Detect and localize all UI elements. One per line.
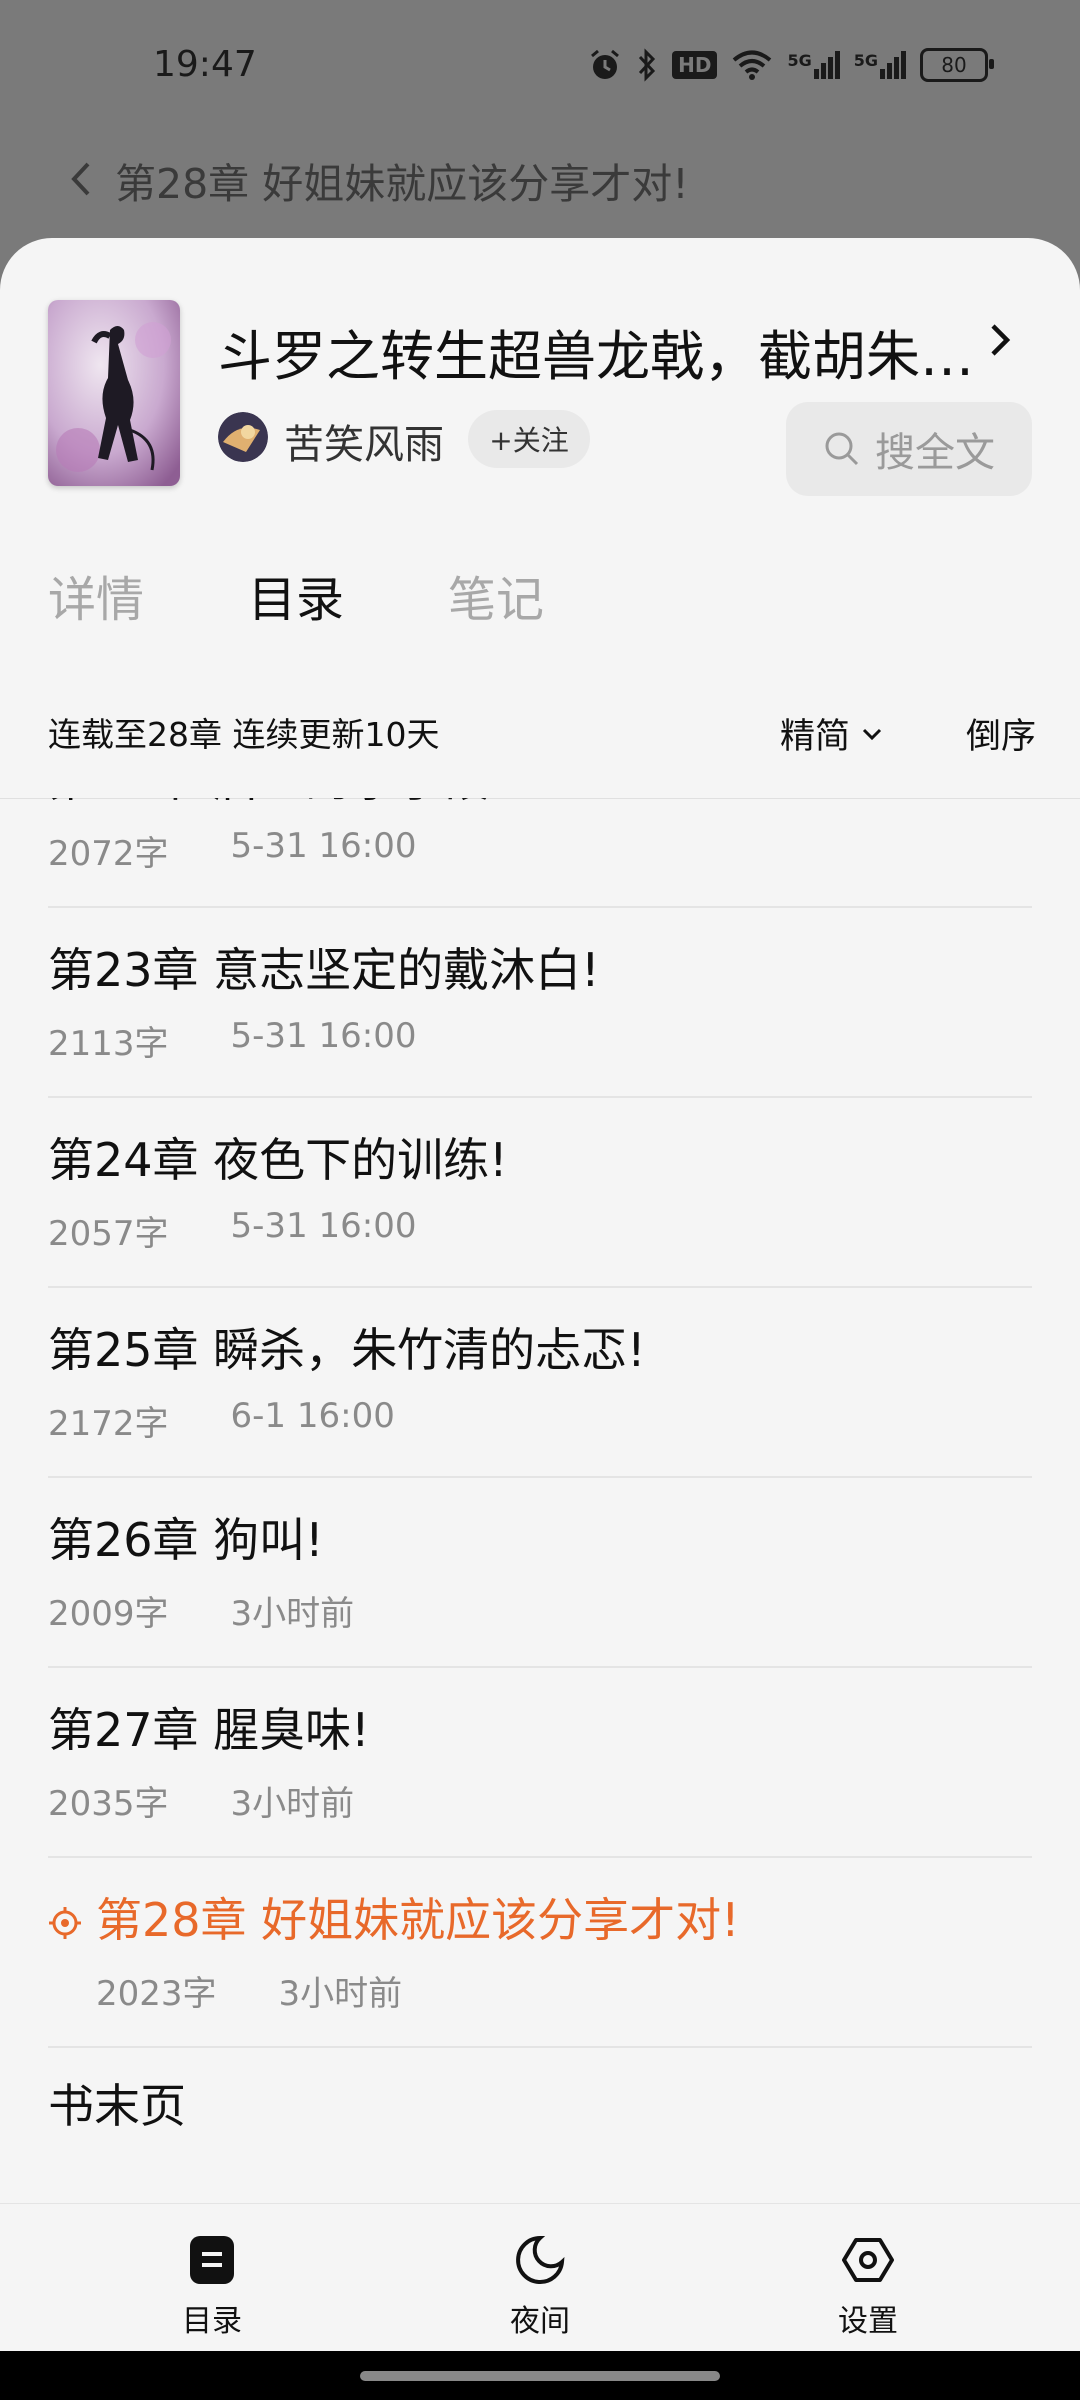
chapter-words: 2035字 xyxy=(48,1784,169,1824)
search-icon xyxy=(825,432,859,466)
version-selector[interactable]: 精简 xyxy=(780,708,884,759)
chapter-words: 2057字 xyxy=(48,1214,169,1254)
status-bar: 19:47 HD 5G 5G 80 xyxy=(0,0,1080,130)
chapter-meta: 2035字 3小时前 xyxy=(48,1776,354,1825)
tab-notes[interactable]: 笔记 xyxy=(448,560,544,630)
chapter-time: 5-31 16:00 xyxy=(230,1016,417,1056)
search-full-text-button[interactable]: 搜全文 xyxy=(786,402,1032,496)
book-title[interactable]: 斗罗之转生超兽龙戟，截胡朱… xyxy=(218,312,978,391)
bottom-nav: 目录 夜间 设置 xyxy=(0,2203,1080,2351)
chapter-item[interactable]: 第27章 腥臭味! 2035字 3小时前 xyxy=(48,1666,1032,1858)
chapter-title: 第23章 意志坚定的戴沐白! xyxy=(48,943,600,997)
chapter-meta: 2172字 6-1 16:00 xyxy=(48,1396,395,1445)
moon-icon xyxy=(516,2235,565,2284)
chapter-meta: 2057字 5-31 16:00 xyxy=(48,1206,417,1255)
wifi-icon xyxy=(733,50,772,80)
current-location-icon xyxy=(49,1907,81,1939)
signal-icon-1: 5G xyxy=(787,51,840,79)
follow-button[interactable]: +关注 xyxy=(468,410,590,468)
chapter-time: 3小时前 xyxy=(278,1974,403,2014)
alarm-icon xyxy=(591,49,620,79)
status-time: 19:47 xyxy=(153,44,257,85)
serial-status: 连载至28章 连续更新10天 xyxy=(48,715,440,754)
sort-button[interactable]: 倒序 xyxy=(966,708,1036,759)
chapter-time: 6-1 16:00 xyxy=(230,1396,395,1436)
book-end-item[interactable]: 书末页 xyxy=(48,2070,186,2136)
settings-icon xyxy=(842,2238,894,2282)
chapter-title: 第22章 唐三的小手段! xyxy=(48,798,508,810)
chapter-title: 第24章 夜色下的训练! xyxy=(48,1133,508,1187)
bluetooth-icon xyxy=(639,48,656,82)
chapter-item[interactable]: 第25章 瞬杀，朱竹清的忐忑! 2172字 6-1 16:00 xyxy=(48,1286,1032,1478)
chapter-time: 5-31 16:00 xyxy=(230,1206,417,1246)
tab-catalog[interactable]: 目录 xyxy=(248,560,344,630)
chapter-item[interactable]: 第24章 夜色下的训练! 2057字 5-31 16:00 xyxy=(48,1096,1032,1288)
status-icons: HD 5G 5G 80 xyxy=(588,48,994,82)
version-label: 精简 xyxy=(780,717,851,757)
author-avatar[interactable] xyxy=(218,412,268,462)
chapter-item[interactable]: 第23章 意志坚定的戴沐白! 2113字 5-31 16:00 xyxy=(48,906,1032,1098)
chapter-title: 第27章 腥臭味! xyxy=(48,1703,370,1757)
battery-icon: 80 xyxy=(920,48,994,82)
chapter-words: 2072字 xyxy=(48,834,169,874)
chapter-time: 3小时前 xyxy=(230,1784,355,1824)
reader-chapter-title: 第28章 好姐妹就应该分享才对! xyxy=(115,160,689,208)
nav-label: 设置 xyxy=(838,2304,898,2339)
chapter-meta: 2113字 5-31 16:00 xyxy=(48,1016,417,1065)
chapter-words: 2009字 xyxy=(48,1594,169,1634)
catalog-info-bar: 连载至28章 连续更新10天 精简 倒序 xyxy=(0,670,1080,799)
chapter-words: 2023字 xyxy=(96,1974,217,2014)
chapter-title: 第26章 狗叫! xyxy=(48,1513,324,1567)
chapter-item-current[interactable]: 第28章 好姐妹就应该分享才对! 2023字 3小时前 xyxy=(48,1856,1032,2048)
gesture-bar xyxy=(0,2351,1080,2400)
chapter-words: 2113字 xyxy=(48,1024,169,1064)
home-indicator[interactable] xyxy=(360,2371,720,2381)
cover-image xyxy=(48,300,180,486)
toc-icon xyxy=(190,2236,234,2284)
nav-night-mode[interactable]: 夜间 xyxy=(440,2204,640,2351)
nav-label: 目录 xyxy=(182,2304,242,2339)
chapter-list: 第22章 唐三的小手段! 2072字 5-31 16:00 第23章 意志坚定的戴… xyxy=(0,798,1080,2143)
chapter-title: 第28章 好姐妹就应该分享才对! xyxy=(96,1893,740,1947)
search-label: 搜全文 xyxy=(875,430,995,476)
chapter-words: 2172字 xyxy=(48,1404,169,1444)
chevron-down-icon xyxy=(862,728,882,740)
battery-level: 80 xyxy=(941,53,967,77)
signal-icon-2: 5G xyxy=(854,51,906,79)
tab-details[interactable]: 详情 xyxy=(48,560,144,630)
chapter-meta: 2009字 3小时前 xyxy=(48,1586,354,1635)
chevron-right-icon[interactable] xyxy=(980,320,1020,360)
chapter-time: 3小时前 xyxy=(230,1594,355,1634)
chapter-meta: 2023字 3小时前 xyxy=(96,1966,402,2015)
nav-settings[interactable]: 设置 xyxy=(768,2204,968,2351)
chapter-item[interactable]: 第26章 狗叫! 2009字 3小时前 xyxy=(48,1476,1032,1668)
nav-catalog[interactable]: 目录 xyxy=(112,2204,312,2351)
hd-icon: HD xyxy=(672,51,718,79)
chapter-title: 第25章 瞬杀，朱竹清的忐忑! xyxy=(48,1323,646,1377)
tab-bar: 详情 目录 笔记 xyxy=(48,560,544,630)
catalog-sheet: 斗罗之转生超兽龙戟，截胡朱… 苦笑风雨 +关注 搜全文 详情 目录 笔记 连载至… xyxy=(0,238,1080,2351)
back-arrow-icon[interactable] xyxy=(66,156,96,202)
chapter-time: 5-31 16:00 xyxy=(230,826,417,866)
nav-label: 夜间 xyxy=(510,2304,570,2339)
chapter-meta: 2072字 5-31 16:00 xyxy=(48,826,417,875)
author-name[interactable]: 苦笑风雨 xyxy=(284,412,444,470)
book-cover[interactable] xyxy=(48,300,180,486)
chapter-item[interactable]: 第22章 唐三的小手段! 2072字 5-31 16:00 xyxy=(48,798,1032,908)
